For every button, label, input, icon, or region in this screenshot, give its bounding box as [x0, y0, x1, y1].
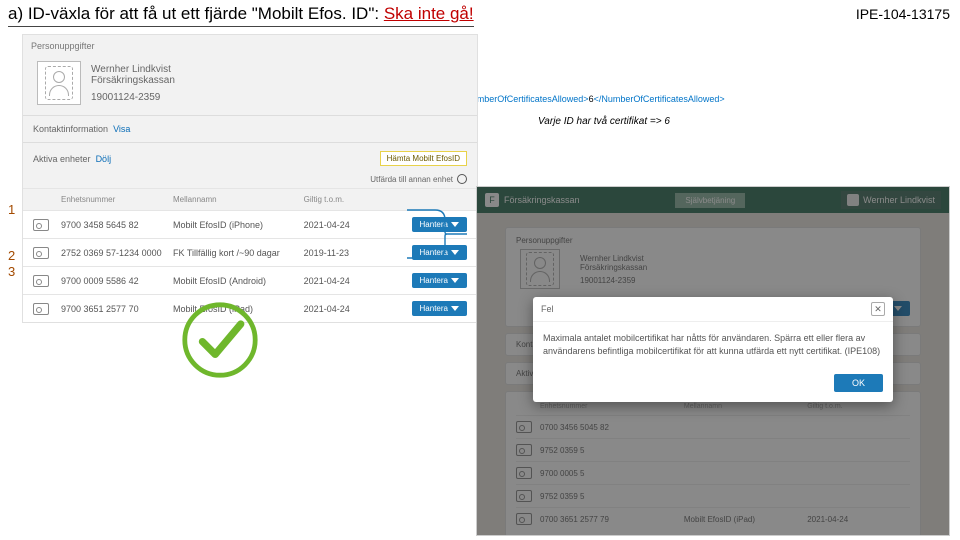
chevron-down-icon: [451, 278, 459, 283]
title-prefix: a) ID-växla för att få ut ett fjärde "Mo…: [8, 4, 384, 23]
modal-body: Maximala antalet mobilcertifikat har nåt…: [533, 322, 893, 368]
chevron-down-icon: [451, 250, 459, 255]
row-number: 2: [8, 248, 15, 263]
chevron-down-icon: [451, 306, 459, 311]
slide-title: a) ID-växla för att få ut ett fjärde "Mo…: [8, 4, 474, 27]
modal-title: Fel: [541, 304, 554, 314]
active-row: Aktiva enheter Dölj Hämta Mobilt EfosID: [23, 143, 477, 174]
section-personuppgifter: Personuppgifter: [23, 35, 477, 57]
ok-button[interactable]: OK: [834, 374, 883, 392]
contact-row: Kontaktinformation Visa: [23, 116, 477, 142]
cert-note: Varje ID har två certifikat => 6: [538, 116, 670, 127]
card-icon: [33, 247, 49, 259]
manage-button[interactable]: Hantera: [412, 217, 467, 232]
manage-button[interactable]: Hantera: [412, 273, 467, 288]
close-icon[interactable]: ✕: [871, 302, 885, 316]
profile-photo: [37, 61, 81, 105]
chevron-down-icon: [451, 222, 459, 227]
row-number: 3: [8, 264, 15, 279]
profile-org: Försäkringskassan: [91, 75, 175, 86]
success-check-icon: [180, 300, 260, 380]
row-number: 1: [8, 202, 15, 217]
profile-pnr: 19001124-2359: [91, 92, 175, 103]
gear-icon: [457, 174, 467, 184]
doc-id: IPE-104-13175: [856, 6, 950, 22]
manage-button[interactable]: Hantera: [412, 301, 467, 316]
table-header: Enhetsnummer Mellannamn Giltig t.o.m.: [23, 188, 477, 210]
fetch-efosid-box[interactable]: Hämta Mobilt EfosID: [380, 151, 467, 166]
error-modal: Fel ✕ Maximala antalet mobilcertifikat ha…: [533, 297, 893, 402]
issue-other-device[interactable]: Utfärda till annan enhet: [23, 174, 477, 188]
card-icon: [33, 219, 49, 231]
right-panel: FFörsäkringskassan Självbetjäning Wernhe…: [476, 186, 950, 536]
table-row: 9700 0009 5586 42 Mobilt EfosID (Android…: [23, 266, 477, 294]
title-warning: Ska inte gå!: [384, 4, 474, 23]
left-panel: Personuppgifter Wernher Lindkvist Försäk…: [22, 34, 478, 323]
portrait-icon: [45, 66, 73, 100]
manage-button[interactable]: Hantera: [412, 245, 467, 260]
profile-name: Wernher Lindkvist: [91, 64, 175, 75]
card-icon: [33, 275, 49, 287]
xml-snippet: <NumberOfCertificatesAllowed>6</NumberOf…: [460, 94, 725, 105]
table-row: 9700 3458 5645 82 Mobilt EfosID (iPhone)…: [23, 210, 477, 238]
profile-block: Wernher Lindkvist Försäkringskassan 1900…: [23, 57, 477, 115]
link-visa[interactable]: Visa: [113, 124, 130, 134]
table-row: 2752 0369 57-1234 0000 FK Tillfällig kor…: [23, 238, 477, 266]
card-icon: [33, 303, 49, 315]
link-hide[interactable]: Dölj: [96, 154, 112, 164]
